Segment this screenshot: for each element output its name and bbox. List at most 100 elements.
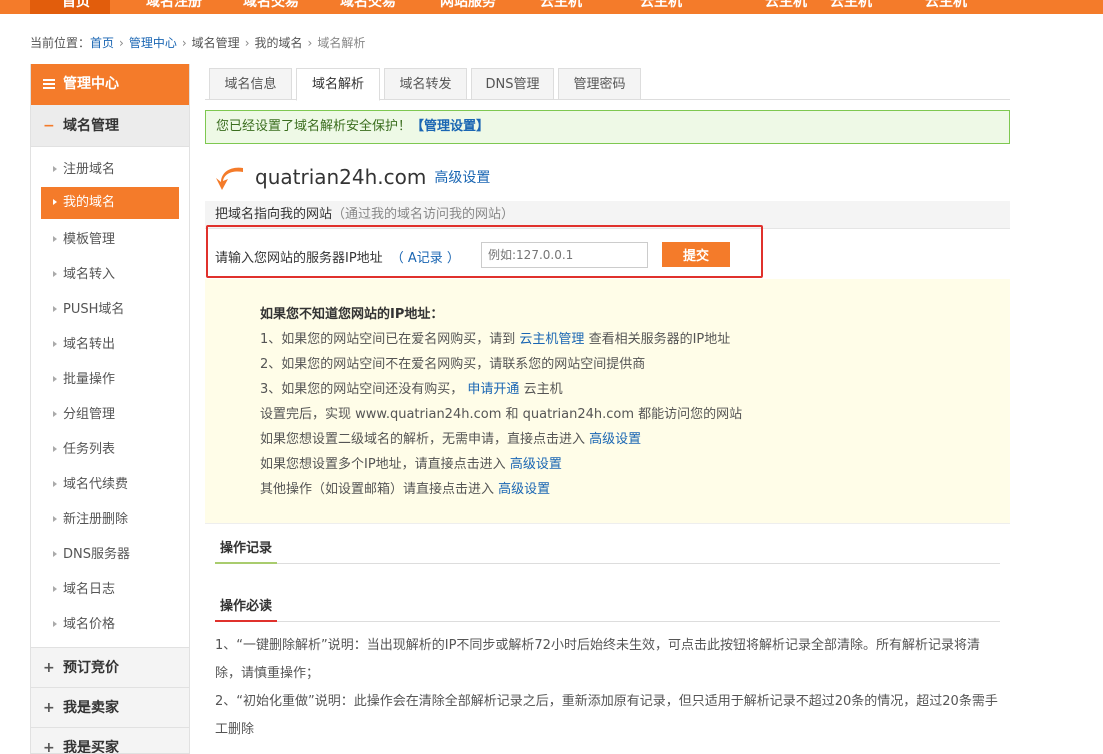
- advanced-settings-link[interactable]: 高级设置: [498, 482, 550, 497]
- sidebar-item-label: 模板管理: [63, 232, 116, 247]
- help-text: 如果您想设置多个IP地址，请直接点击进入: [260, 457, 506, 472]
- breadcrumb: 当前位置：首页 › 管理中心 › 域名管理 › 我的域名 › 域名解析: [30, 34, 365, 51]
- sidebar-item-label: 域名转入: [63, 267, 116, 282]
- sidebar-group-label: 我是买家: [63, 740, 119, 754]
- sidebar-item-batch[interactable]: 批量操作: [41, 362, 179, 397]
- top-nav-item[interactable]: 云主机: [765, 0, 807, 11]
- curved-arrow-icon: [216, 167, 243, 190]
- top-nav-item[interactable]: 域名交易: [340, 0, 396, 11]
- sidebar-item-new-delete[interactable]: 新注册删除: [41, 502, 179, 537]
- help-text: 云主机: [523, 382, 563, 397]
- tab-domain-info[interactable]: 域名信息: [209, 68, 292, 100]
- sidebar-header-label: 管理中心: [63, 76, 119, 92]
- sidebar-group-label: 域名管理: [63, 118, 119, 134]
- top-nav-item[interactable]: 云主机: [540, 0, 582, 11]
- top-nav-item[interactable]: 云主机: [830, 0, 872, 11]
- breadcrumb-my-domains[interactable]: 我的域名: [255, 36, 303, 50]
- note-2: 2、“初始化重做”说明：此操作会在清除全部解析记录之后，重新添加原有记录，但只适…: [215, 694, 998, 737]
- breadcrumb-admin-link[interactable]: 管理中心: [129, 36, 177, 50]
- help-line-2: 2、如果您的网站空间不在爱名网购买，请联系您的网站空间提供商: [260, 357, 646, 372]
- sidebar-item-prices[interactable]: 域名价格: [41, 607, 179, 642]
- help-line-6: 如果您想设置多个IP地址，请直接点击进入 高级设置: [260, 453, 562, 472]
- sidebar-group-domain-mgmt[interactable]: − 域名管理: [31, 105, 189, 147]
- sidebar-group-seller[interactable]: + 我是卖家: [31, 688, 189, 728]
- sidebar-item-register[interactable]: 注册域名: [41, 152, 179, 187]
- a-record-link[interactable]: （ A记录 ）: [391, 251, 460, 266]
- sidebar-item-dns-servers[interactable]: DNS服务器: [41, 537, 179, 572]
- tab-bar: 域名信息 域名解析 域名转发 DNS管理 管理密码: [205, 68, 1010, 101]
- sidebar-item-transfer-out[interactable]: 域名转出: [41, 327, 179, 362]
- sidebar-item-label: 新注册删除: [63, 512, 129, 527]
- tab-management-password[interactable]: 管理密码: [558, 68, 641, 100]
- breadcrumb-domain-mgmt[interactable]: 域名管理: [192, 36, 240, 50]
- note-1: 1、“一键删除解析”说明：当出现解析的IP不同步或解析72小时后始终未生效，可点…: [215, 638, 980, 681]
- advanced-settings-link[interactable]: 高级设置: [589, 432, 641, 447]
- sidebar-group-buyer[interactable]: + 我是买家: [31, 728, 189, 754]
- breadcrumb-separator: ›: [119, 36, 124, 50]
- expand-icon: +: [43, 700, 55, 716]
- sidebar: 管理中心 − 域名管理 注册域名 我的域名 模板管理 域名转入 PUSH域名 域名…: [30, 64, 190, 754]
- advanced-settings-link[interactable]: 高级设置: [510, 457, 562, 472]
- apply-link[interactable]: 申请开通: [467, 382, 519, 397]
- sidebar-group-bidding[interactable]: + 预订竞价: [31, 648, 189, 688]
- section-hint: （通过我的域名访问我的网站）: [332, 207, 515, 222]
- top-nav-item[interactable]: 域名注册: [146, 0, 202, 11]
- help-text: 查看相关服务器的IP地址: [588, 332, 731, 347]
- collapse-icon: −: [43, 118, 55, 134]
- submit-button[interactable]: 提交: [662, 242, 730, 267]
- top-nav-item[interactable]: 域名交易: [243, 0, 299, 11]
- section-title: 把域名指向我的网站: [215, 207, 333, 222]
- sidebar-item-label: 批量操作: [63, 372, 116, 387]
- top-nav-item[interactable]: 云主机: [640, 0, 682, 11]
- help-panel: 如果您不知道您网站的IP地址： 1、如果您的网站空间已在爱名网购买，请到 云主机…: [205, 279, 1010, 524]
- help-text: 其他操作（如设置邮箱）请直接点击进入: [260, 482, 495, 497]
- expand-icon: +: [43, 660, 55, 676]
- records-header: 操作记录: [215, 538, 1000, 564]
- help-text: 1、如果您的网站空间已在爱名网购买，请到: [260, 332, 516, 347]
- sidebar-item-groups[interactable]: 分组管理: [41, 397, 179, 432]
- menu-icon: [43, 79, 55, 89]
- breadcrumb-separator: ›: [244, 36, 250, 50]
- sidebar-group-label: 我是卖家: [63, 700, 119, 716]
- sidebar-item-templates[interactable]: 模板管理: [41, 222, 179, 257]
- advanced-settings-link[interactable]: 高级设置: [434, 170, 490, 186]
- breadcrumb-separator: ›: [307, 36, 313, 50]
- sidebar-item-label: DNS服务器: [63, 547, 130, 562]
- top-nav-item[interactable]: 网站服务: [440, 0, 496, 11]
- top-nav-item[interactable]: 云主机: [925, 0, 967, 11]
- sidebar-item-push[interactable]: PUSH域名: [41, 292, 179, 327]
- sidebar-item-label: 域名代续费: [63, 477, 129, 492]
- help-text: 3、如果您的网站空间还没有购买，: [260, 382, 464, 397]
- breadcrumb-home-link[interactable]: 首页: [90, 36, 114, 50]
- help-text: 如果您想设置二级域名的解析，无需申请，直接点击进入: [260, 432, 586, 447]
- domain-header: quatrian24h.com 高级设置: [213, 162, 490, 192]
- expand-icon: +: [43, 740, 55, 754]
- sidebar-item-tasks[interactable]: 任务列表: [41, 432, 179, 467]
- help-line-7: 其他操作（如设置邮箱）请直接点击进入 高级设置: [260, 478, 550, 497]
- ip-label-text: 请输入您网站的服务器IP地址: [215, 251, 383, 266]
- manage-settings-link[interactable]: 【管理设置】: [411, 119, 489, 134]
- must-read-title: 操作必读: [215, 596, 278, 622]
- sidebar-item-transfer-in[interactable]: 域名转入: [41, 257, 179, 292]
- sidebar-item-logs[interactable]: 域名日志: [41, 572, 179, 607]
- sidebar-item-my-domains[interactable]: 我的域名: [41, 187, 179, 219]
- sidebar-item-label: 我的域名: [63, 195, 116, 210]
- tab-domain-resolution[interactable]: 域名解析: [296, 68, 380, 101]
- sidebar-header[interactable]: 管理中心: [31, 64, 189, 105]
- security-notice: 您已经设置了域名解析安全保护！【管理设置】: [205, 110, 1010, 144]
- sidebar-item-label: 域名价格: [63, 617, 116, 632]
- tab-domain-forward[interactable]: 域名转发: [384, 68, 467, 100]
- help-line-4: 设置完后，实现 www.quatrian24h.com 和 quatrian24…: [260, 407, 743, 422]
- sidebar-item-label: 任务列表: [63, 442, 116, 457]
- help-line-1: 1、如果您的网站空间已在爱名网购买，请到 云主机管理 查看相关服务器的IP地址: [260, 328, 730, 347]
- ip-address-input[interactable]: [481, 242, 648, 268]
- records-title: 操作记录: [215, 538, 278, 564]
- sidebar-item-label: PUSH域名: [63, 302, 125, 317]
- top-navigation: 首页 域名注册 域名交易 域名交易 网站服务 云主机 云主机 云主机 云主机 云…: [0, 0, 1103, 14]
- tab-dns-management[interactable]: DNS管理: [471, 68, 554, 100]
- cloud-host-link[interactable]: 云主机管理: [519, 332, 584, 347]
- sidebar-item-label: 分组管理: [63, 407, 116, 422]
- help-line-3: 3、如果您的网站空间还没有购买， 申请开通 云主机: [260, 378, 563, 397]
- sidebar-item-renewal[interactable]: 域名代续费: [41, 467, 179, 502]
- top-nav-item[interactable]: 首页: [62, 0, 90, 11]
